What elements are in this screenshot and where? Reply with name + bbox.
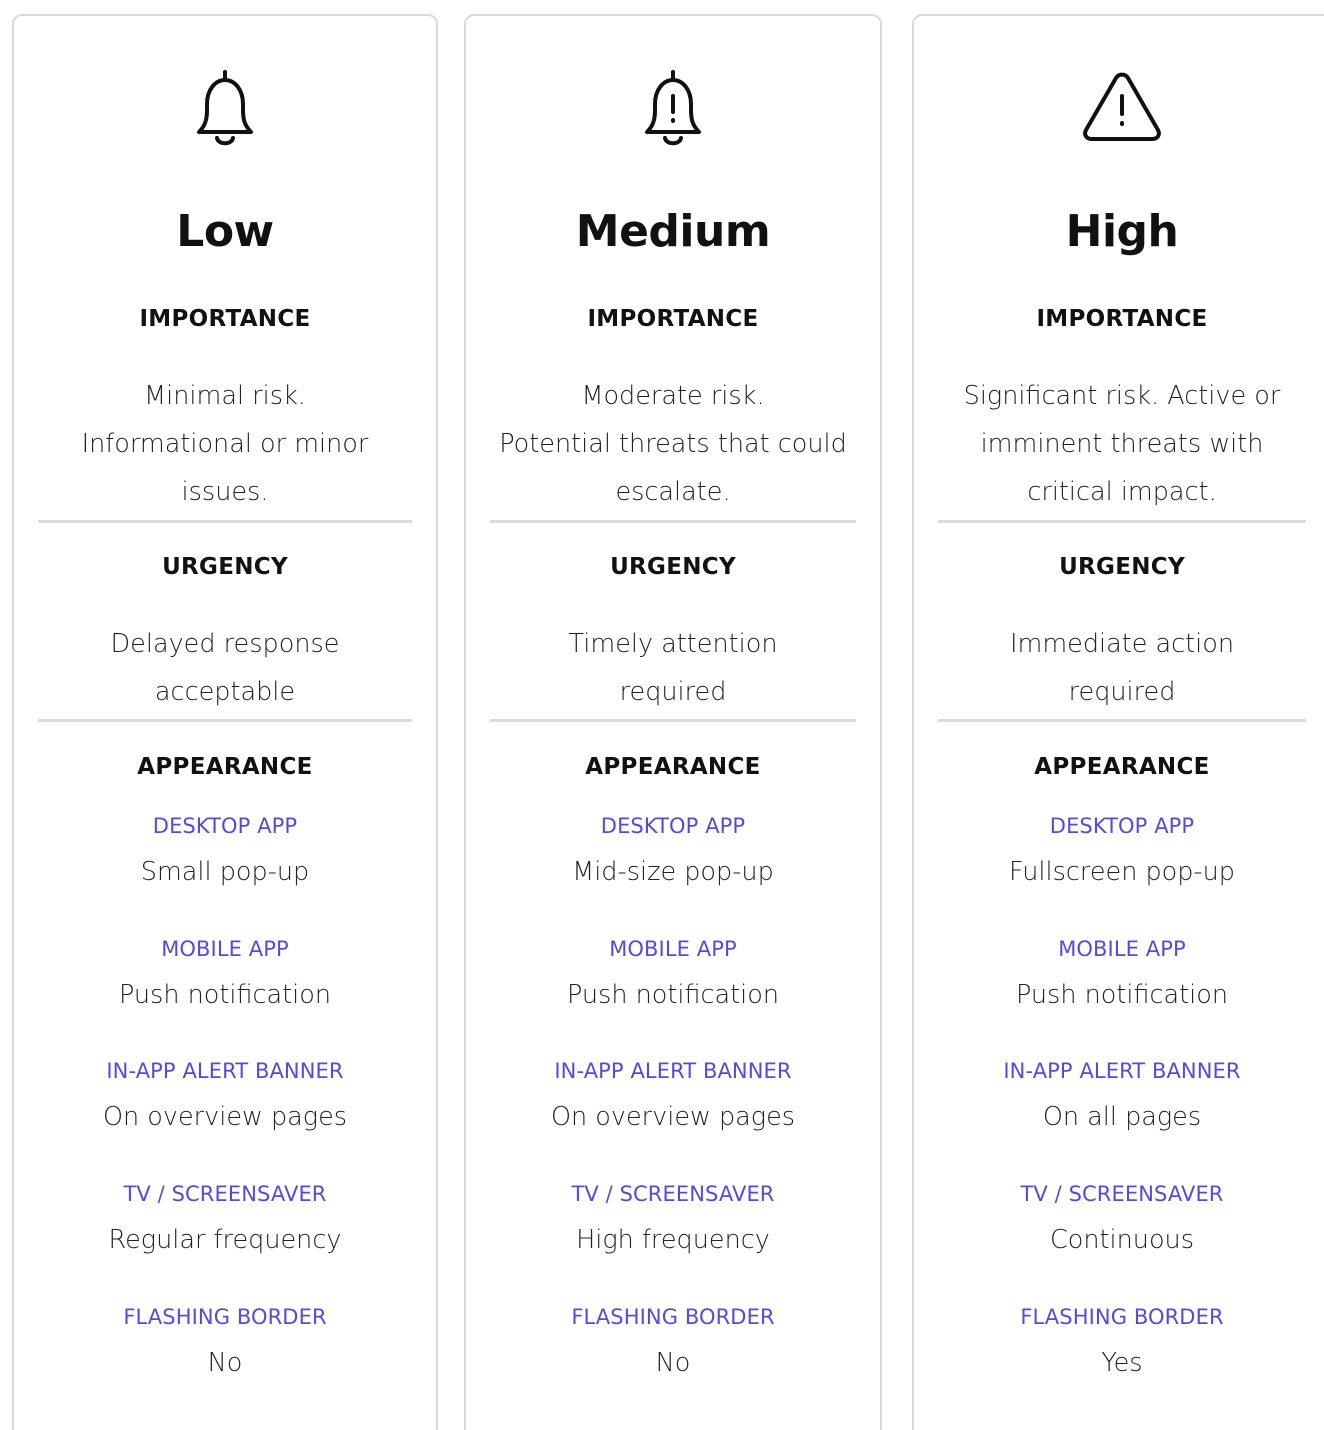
importance-line: Potential threats that could xyxy=(499,429,847,459)
desktop-app-label: DESKTOP APP xyxy=(1049,814,1195,838)
flashing-border-value: Yes xyxy=(1101,1348,1143,1378)
card-low: Low IMPORTANCE Minimal risk. Information… xyxy=(12,14,438,1430)
desktop-app-value: Fullscreen pop-up xyxy=(1008,857,1235,887)
mobile-app-label: MOBILE APP xyxy=(609,937,737,961)
urgency-line: Delayed response xyxy=(110,629,340,659)
in-app-alert-banner-value: On overview pages xyxy=(102,1102,348,1132)
divider xyxy=(938,719,1306,722)
bell-icon xyxy=(185,66,265,156)
bell-exclamation-icon xyxy=(633,66,713,156)
desktop-app-value: Mid-size pop-up xyxy=(572,857,774,887)
appearance-heading: APPEARANCE xyxy=(137,754,313,780)
divider xyxy=(38,520,412,523)
importance-line: critical impact. xyxy=(1027,477,1217,507)
importance-line: issues. xyxy=(181,477,269,507)
tv-screensaver-label: TV / SCREENSAVER xyxy=(571,1182,775,1206)
importance-line: Significant risk. Active or xyxy=(963,381,1281,411)
importance-line: escalate. xyxy=(615,477,731,507)
appearance-heading: APPEARANCE xyxy=(1034,754,1210,780)
flashing-border-value: No xyxy=(655,1348,691,1378)
importance-heading: IMPORTANCE xyxy=(587,306,759,332)
desktop-app-label: DESKTOP APP xyxy=(600,814,746,838)
urgency-line: Timely attention xyxy=(568,629,778,659)
in-app-alert-banner-label: IN-APP ALERT BANNER xyxy=(106,1059,344,1083)
desktop-app-value: Small pop-up xyxy=(140,857,310,887)
importance-line: Informational or minor xyxy=(81,429,369,459)
urgency-line: acceptable xyxy=(154,677,296,707)
level-title: High xyxy=(1065,206,1179,257)
card-high: High IMPORTANCE Significant risk. Active… xyxy=(912,14,1324,1430)
importance-line: Moderate risk. xyxy=(581,381,765,411)
severity-levels-overview: Low IMPORTANCE Minimal risk. Information… xyxy=(0,0,1324,1430)
card-medium: Medium IMPORTANCE Moderate risk. Potenti… xyxy=(464,14,882,1430)
mobile-app-value: Push notification xyxy=(118,980,332,1010)
mobile-app-value: Push notification xyxy=(1015,980,1229,1010)
warning-triangle-icon xyxy=(1082,66,1162,156)
tv-screensaver-value: Continuous xyxy=(1049,1225,1195,1255)
desktop-app-label: DESKTOP APP xyxy=(152,814,298,838)
flashing-border-label: FLASHING BORDER xyxy=(123,1305,327,1329)
level-title: Low xyxy=(176,206,274,257)
urgency-line: required xyxy=(619,677,727,707)
urgency-line: required xyxy=(1068,677,1176,707)
in-app-alert-banner-value: On all pages xyxy=(1042,1102,1202,1132)
urgency-heading: URGENCY xyxy=(610,554,736,580)
divider xyxy=(38,719,412,722)
importance-line: Minimal risk. xyxy=(144,381,306,411)
urgency-line: Immediate action xyxy=(1009,629,1235,659)
importance-heading: IMPORTANCE xyxy=(139,306,311,332)
mobile-app-label: MOBILE APP xyxy=(161,937,289,961)
tv-screensaver-label: TV / SCREENSAVER xyxy=(1020,1182,1224,1206)
mobile-app-value: Push notification xyxy=(566,980,780,1010)
mobile-app-label: MOBILE APP xyxy=(1058,937,1186,961)
flashing-border-label: FLASHING BORDER xyxy=(571,1305,775,1329)
importance-heading: IMPORTANCE xyxy=(1036,306,1208,332)
urgency-heading: URGENCY xyxy=(1059,554,1185,580)
tv-screensaver-value: Regular frequency xyxy=(108,1225,342,1255)
appearance-heading: APPEARANCE xyxy=(585,754,761,780)
divider xyxy=(490,520,856,523)
flashing-border-label: FLASHING BORDER xyxy=(1020,1305,1224,1329)
tv-screensaver-label: TV / SCREENSAVER xyxy=(123,1182,327,1206)
tv-screensaver-value: High frequency xyxy=(576,1225,770,1255)
divider xyxy=(490,719,856,722)
level-title: Medium xyxy=(575,206,771,257)
flashing-border-value: No xyxy=(207,1348,243,1378)
importance-line: imminent threats with xyxy=(980,429,1264,459)
in-app-alert-banner-label: IN-APP ALERT BANNER xyxy=(554,1059,792,1083)
divider xyxy=(938,520,1306,523)
urgency-heading: URGENCY xyxy=(162,554,288,580)
in-app-alert-banner-label: IN-APP ALERT BANNER xyxy=(1003,1059,1241,1083)
in-app-alert-banner-value: On overview pages xyxy=(550,1102,796,1132)
